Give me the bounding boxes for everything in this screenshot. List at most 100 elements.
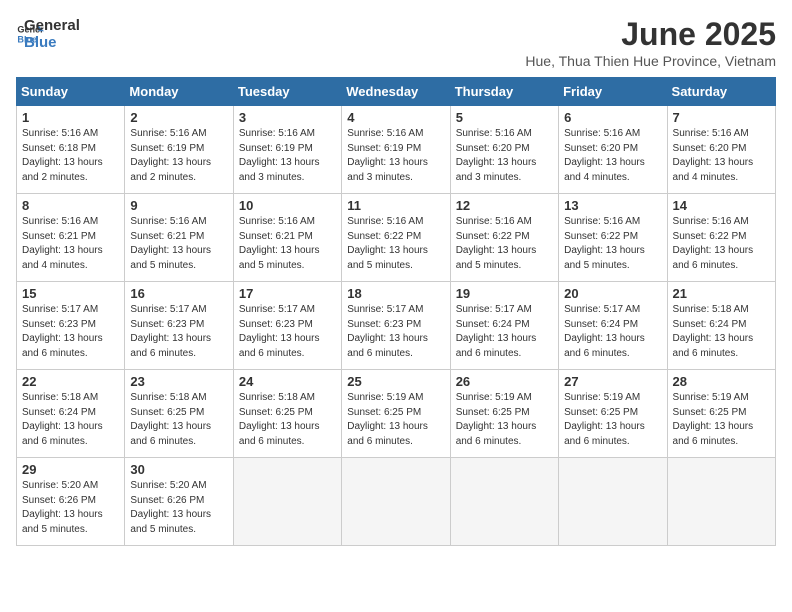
calendar-cell xyxy=(450,458,558,546)
day-number: 20 xyxy=(564,286,661,301)
weekday-header: Monday xyxy=(125,78,233,106)
calendar-cell: 14 Sunrise: 5:16 AMSunset: 6:22 PMDayligh… xyxy=(667,194,775,282)
calendar-cell: 15 Sunrise: 5:17 AMSunset: 6:23 PMDayligh… xyxy=(17,282,125,370)
day-number: 13 xyxy=(564,198,661,213)
title-block: June 2025 Hue, Thua Thien Hue Province, … xyxy=(525,16,776,69)
calendar-cell: 27 Sunrise: 5:19 AMSunset: 6:25 PMDayligh… xyxy=(559,370,667,458)
day-info: Sunrise: 5:17 AMSunset: 6:23 PMDaylight:… xyxy=(239,303,336,361)
day-number: 17 xyxy=(239,286,336,301)
day-info: Sunrise: 5:16 AMSunset: 6:20 PMDaylight:… xyxy=(456,127,553,185)
day-number: 9 xyxy=(130,198,227,213)
calendar-cell xyxy=(233,458,341,546)
calendar-cell: 4 Sunrise: 5:16 AMSunset: 6:19 PMDaylight… xyxy=(342,106,450,194)
calendar-week-row: 15 Sunrise: 5:17 AMSunset: 6:23 PMDayligh… xyxy=(17,282,776,370)
weekday-header: Tuesday xyxy=(233,78,341,106)
calendar-cell: 22 Sunrise: 5:18 AMSunset: 6:24 PMDayligh… xyxy=(17,370,125,458)
day-info: Sunrise: 5:18 AMSunset: 6:24 PMDaylight:… xyxy=(22,391,119,449)
calendar-cell: 3Sunrise: 5:16 AMSunset: 6:19 PMDaylight… xyxy=(233,106,341,194)
day-number: 11 xyxy=(347,198,444,213)
day-number: 29 xyxy=(22,462,119,477)
calendar-cell: 20Sunrise: 5:17 AMSunset: 6:24 PMDayligh… xyxy=(559,282,667,370)
day-info: Sunrise: 5:17 AMSunset: 6:23 PMDaylight:… xyxy=(22,303,119,361)
calendar-cell: 18 Sunrise: 5:17 AMSunset: 6:23 PMDayligh… xyxy=(342,282,450,370)
day-info: Sunrise: 5:20 AMSunset: 6:26 PMDaylight:… xyxy=(22,479,119,537)
calendar-cell xyxy=(342,458,450,546)
calendar-cell: 6 Sunrise: 5:16 AMSunset: 6:20 PMDaylight… xyxy=(559,106,667,194)
calendar-cell: 11 Sunrise: 5:16 AMSunset: 6:22 PMDayligh… xyxy=(342,194,450,282)
day-info: Sunrise: 5:16 AMSunset: 6:21 PMDaylight:… xyxy=(130,215,227,273)
day-info: Sunrise: 5:16 AMSunset: 6:18 PMDaylight:… xyxy=(22,127,119,185)
day-info: Sunrise: 5:16 AMSunset: 6:19 PMDaylight:… xyxy=(347,127,444,185)
day-info: Sunrise: 5:17 AMSunset: 6:23 PMDaylight:… xyxy=(347,303,444,361)
day-number: 23 xyxy=(130,374,227,389)
day-number: 1 xyxy=(22,110,119,125)
day-info: Sunrise: 5:19 AMSunset: 6:25 PMDaylight:… xyxy=(673,391,770,449)
day-info: Sunrise: 5:16 AMSunset: 6:22 PMDaylight:… xyxy=(673,215,770,273)
calendar-cell xyxy=(667,458,775,546)
day-info: Sunrise: 5:16 AMSunset: 6:22 PMDaylight:… xyxy=(456,215,553,273)
calendar-week-row: 1 Sunrise: 5:16 AMSunset: 6:18 PMDaylight… xyxy=(17,106,776,194)
day-number: 6 xyxy=(564,110,661,125)
day-number: 30 xyxy=(130,462,227,477)
calendar-cell: 9 Sunrise: 5:16 AMSunset: 6:21 PMDaylight… xyxy=(125,194,233,282)
day-number: 4 xyxy=(347,110,444,125)
weekday-header: Wednesday xyxy=(342,78,450,106)
day-info: Sunrise: 5:19 AMSunset: 6:25 PMDaylight:… xyxy=(564,391,661,449)
day-info: Sunrise: 5:18 AMSunset: 6:25 PMDaylight:… xyxy=(239,391,336,449)
day-info: Sunrise: 5:20 AMSunset: 6:26 PMDaylight:… xyxy=(130,479,227,537)
calendar-cell: 5 Sunrise: 5:16 AMSunset: 6:20 PMDaylight… xyxy=(450,106,558,194)
calendar-table: SundayMondayTuesdayWednesdayThursdayFrid… xyxy=(16,77,776,546)
day-number: 21 xyxy=(673,286,770,301)
day-info: Sunrise: 5:16 AMSunset: 6:22 PMDaylight:… xyxy=(347,215,444,273)
calendar-cell: 25 Sunrise: 5:19 AMSunset: 6:25 PMDayligh… xyxy=(342,370,450,458)
calendar-cell: 29 Sunrise: 5:20 AMSunset: 6:26 PMDayligh… xyxy=(17,458,125,546)
calendar-cell: 24Sunrise: 5:18 AMSunset: 6:25 PMDayligh… xyxy=(233,370,341,458)
logo-blue: Blue xyxy=(24,35,80,52)
day-number: 26 xyxy=(456,374,553,389)
weekday-header: Thursday xyxy=(450,78,558,106)
day-number: 7 xyxy=(673,110,770,125)
page-header: General Blue General Blue June 2025 Hue,… xyxy=(16,16,776,69)
calendar-cell: 28 Sunrise: 5:19 AMSunset: 6:25 PMDayligh… xyxy=(667,370,775,458)
day-number: 10 xyxy=(239,198,336,213)
day-number: 27 xyxy=(564,374,661,389)
day-info: Sunrise: 5:16 AMSunset: 6:21 PMDaylight:… xyxy=(22,215,119,273)
day-info: Sunrise: 5:16 AMSunset: 6:22 PMDaylight:… xyxy=(564,215,661,273)
weekday-header: Saturday xyxy=(667,78,775,106)
day-number: 18 xyxy=(347,286,444,301)
day-info: Sunrise: 5:16 AMSunset: 6:20 PMDaylight:… xyxy=(673,127,770,185)
logo: General Blue General Blue xyxy=(16,16,80,51)
calendar-cell: 7 Sunrise: 5:16 AMSunset: 6:20 PMDaylight… xyxy=(667,106,775,194)
calendar-cell: 8 Sunrise: 5:16 AMSunset: 6:21 PMDaylight… xyxy=(17,194,125,282)
calendar-cell: 26 Sunrise: 5:19 AMSunset: 6:25 PMDayligh… xyxy=(450,370,558,458)
month-title: June 2025 xyxy=(525,16,776,53)
day-number: 5 xyxy=(456,110,553,125)
weekday-header: Sunday xyxy=(17,78,125,106)
day-info: Sunrise: 5:18 AMSunset: 6:24 PMDaylight:… xyxy=(673,303,770,361)
day-number: 28 xyxy=(673,374,770,389)
day-number: 15 xyxy=(22,286,119,301)
calendar-cell: 12 Sunrise: 5:16 AMSunset: 6:22 PMDayligh… xyxy=(450,194,558,282)
header-row: SundayMondayTuesdayWednesdayThursdayFrid… xyxy=(17,78,776,106)
day-number: 12 xyxy=(456,198,553,213)
location: Hue, Thua Thien Hue Province, Vietnam xyxy=(525,53,776,69)
day-number: 16 xyxy=(130,286,227,301)
calendar-cell: 21 Sunrise: 5:18 AMSunset: 6:24 PMDayligh… xyxy=(667,282,775,370)
day-info: Sunrise: 5:19 AMSunset: 6:25 PMDaylight:… xyxy=(347,391,444,449)
day-info: Sunrise: 5:16 AMSunset: 6:20 PMDaylight:… xyxy=(564,127,661,185)
calendar-cell: 17 Sunrise: 5:17 AMSunset: 6:23 PMDayligh… xyxy=(233,282,341,370)
logo-general: General xyxy=(24,18,80,35)
day-info: Sunrise: 5:19 AMSunset: 6:25 PMDaylight:… xyxy=(456,391,553,449)
calendar-week-row: 8 Sunrise: 5:16 AMSunset: 6:21 PMDaylight… xyxy=(17,194,776,282)
day-number: 25 xyxy=(347,374,444,389)
day-number: 14 xyxy=(673,198,770,213)
calendar-cell: 10 Sunrise: 5:16 AMSunset: 6:21 PMDayligh… xyxy=(233,194,341,282)
day-info: Sunrise: 5:17 AMSunset: 6:23 PMDaylight:… xyxy=(130,303,227,361)
day-number: 8 xyxy=(22,198,119,213)
day-info: Sunrise: 5:16 AMSunset: 6:21 PMDaylight:… xyxy=(239,215,336,273)
day-number: 19 xyxy=(456,286,553,301)
day-number: 22 xyxy=(22,374,119,389)
day-info: Sunrise: 5:18 AMSunset: 6:25 PMDaylight:… xyxy=(130,391,227,449)
day-info: Sunrise: 5:17 AMSunset: 6:24 PMDaylight:… xyxy=(456,303,553,361)
day-number: 3 xyxy=(239,110,336,125)
